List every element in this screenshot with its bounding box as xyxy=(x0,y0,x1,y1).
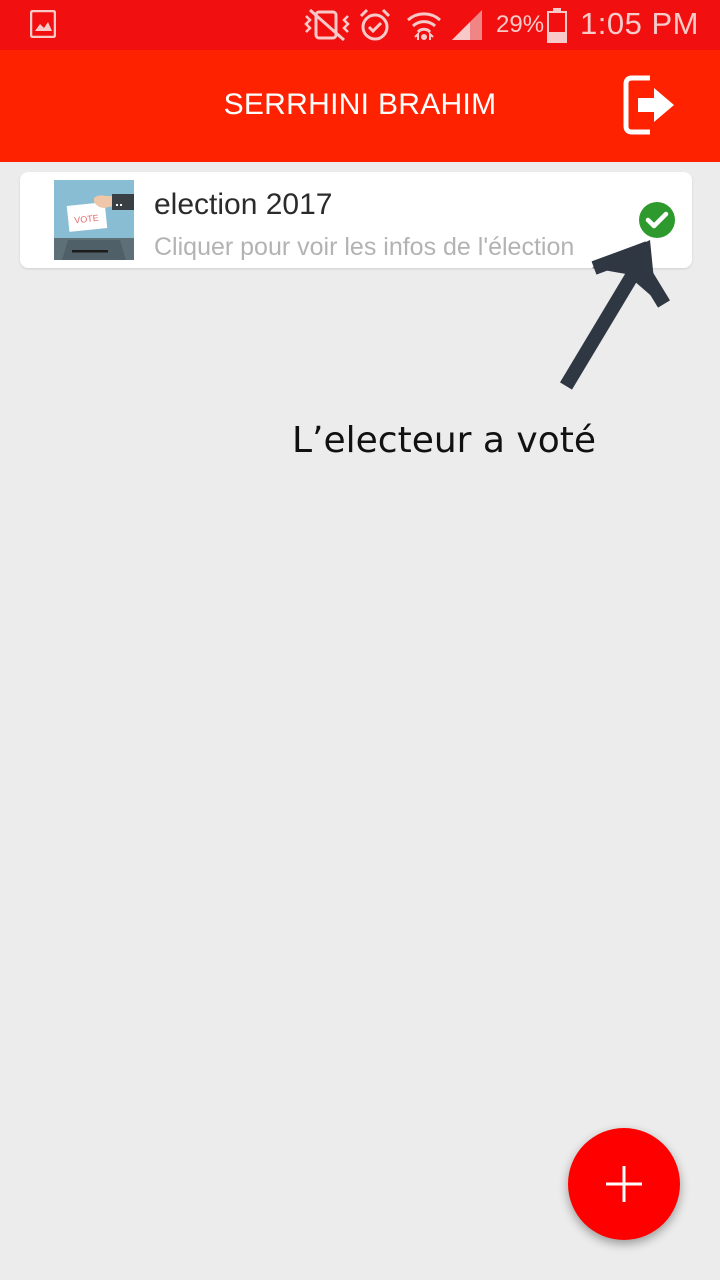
vibrate-mute-icon xyxy=(304,8,350,42)
status-clock: 1:05 PM xyxy=(580,6,699,41)
status-bar: 29% 1:05 PM xyxy=(0,0,720,50)
plus-icon xyxy=(606,1166,642,1202)
add-election-button[interactable] xyxy=(568,1128,680,1240)
app-bar: SERRHINI BRAHIM xyxy=(0,50,720,162)
page-title: SERRHINI BRAHIM xyxy=(223,88,497,121)
election-subtitle: Cliquer pour voir les infos de l'électio… xyxy=(154,233,575,261)
annotation-label: L’electeur a voté xyxy=(292,420,597,461)
logout-icon[interactable] xyxy=(622,74,678,136)
wifi-icon xyxy=(407,12,441,40)
election-title: election 2017 xyxy=(154,188,333,221)
gallery-icon xyxy=(30,10,56,38)
signal-icon xyxy=(452,10,482,40)
alarm-icon xyxy=(359,8,391,41)
battery-percent: 29% xyxy=(496,11,545,38)
annotation-arrow-icon xyxy=(559,240,670,390)
vote-thumbnail: VOTE xyxy=(54,180,134,260)
battery-icon xyxy=(547,8,567,43)
